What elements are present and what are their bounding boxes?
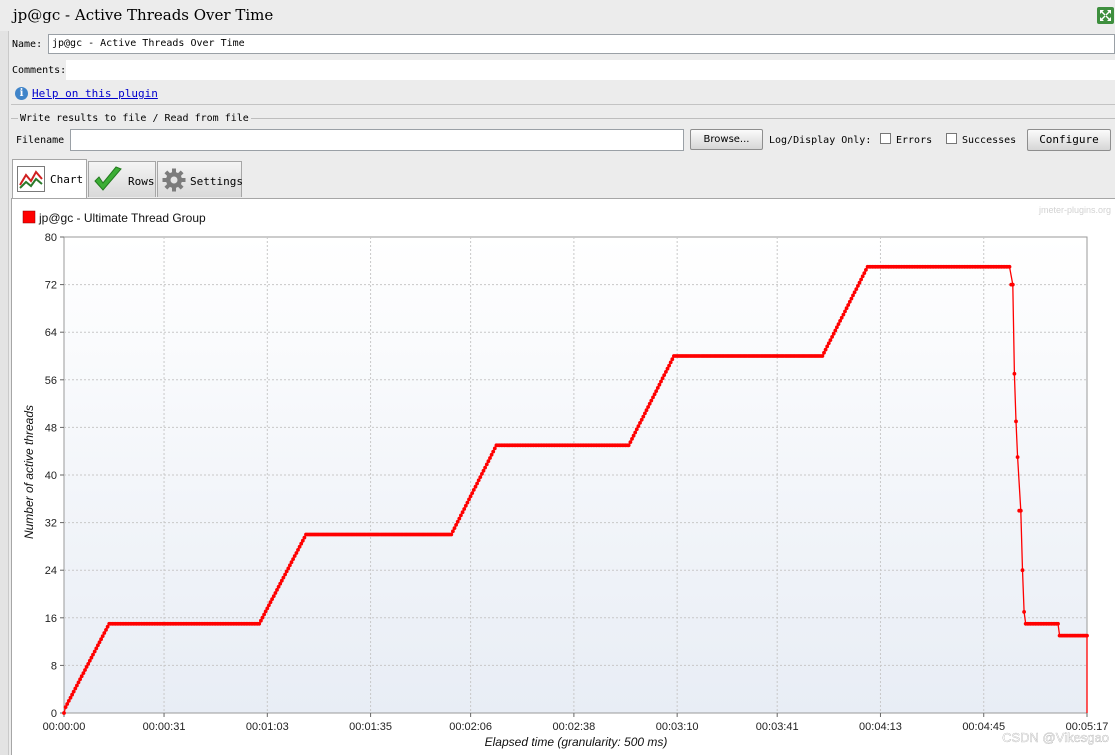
- y-tick-label: 48: [45, 422, 57, 434]
- y-tick-label: 56: [45, 375, 57, 387]
- legend-swatch: [22, 210, 36, 224]
- series-point: [839, 315, 844, 320]
- series-point: [1085, 633, 1089, 638]
- successes-label: Successes: [962, 135, 1017, 146]
- legend-label: jp@gc - Ultimate Thread Group: [38, 211, 206, 225]
- comments-field[interactable]: [66, 60, 1115, 80]
- tab-settings-label: Settings: [190, 175, 243, 188]
- series-point: [662, 373, 667, 377]
- x-axis-label: Elapsed time (granularity: 500 ms): [485, 735, 668, 749]
- series-sample-run: [1017, 508, 1023, 513]
- divider: [11, 104, 1115, 105]
- y-tick-label: 32: [45, 518, 57, 530]
- checkmark-icon: [92, 164, 124, 199]
- series-point: [1010, 282, 1015, 287]
- x-tick-label: 00:01:35: [349, 721, 392, 733]
- series-point: [1007, 264, 1012, 269]
- x-tick-label: 00:04:45: [962, 721, 1005, 733]
- series-point: [828, 338, 833, 342]
- left-gutter: [0, 31, 9, 755]
- series-point: [471, 488, 476, 492]
- y-tick-label: 80: [45, 232, 57, 244]
- x-tick-label: 00:00:31: [143, 721, 186, 733]
- csdn-watermark: CSDN @Vikesgao: [1002, 730, 1109, 745]
- series-sample-run: [1020, 568, 1025, 573]
- tab-settings[interactable]: Settings: [157, 161, 243, 197]
- y-tick-label: 8: [51, 660, 57, 672]
- series-sample-run: [867, 264, 1012, 269]
- series-sample-run: [496, 443, 631, 448]
- x-tick-label: 00:01:03: [246, 721, 289, 733]
- name-label: Name:: [12, 39, 43, 50]
- series-sample-run: [1014, 419, 1018, 424]
- maximize-icon[interactable]: [1097, 7, 1114, 24]
- x-tick-label: 00:02:06: [449, 721, 492, 733]
- tab-chart[interactable]: Chart: [12, 159, 87, 199]
- series-point: [1018, 508, 1023, 513]
- series-point: [1056, 621, 1060, 626]
- y-tick-label: 64: [45, 327, 57, 339]
- y-tick-label: 0: [51, 708, 57, 720]
- comments-label: Comments:: [12, 65, 67, 76]
- series-sample-run: [305, 532, 454, 537]
- plugin-watermark: jmeter-plugins.org: [1038, 205, 1111, 215]
- y-axis-label: Number of active threads: [22, 405, 36, 539]
- window-title: jp@gc - Active Threads Over Time: [13, 6, 274, 24]
- x-tick-label: 00:03:41: [756, 721, 799, 733]
- series-sample-run: [1025, 621, 1060, 626]
- chart-panel: 0 8 16 24 32 40 48 56 64 72 80 00:00:00 00:00:31 00:…: [11, 198, 1115, 755]
- series-sample-run: [1022, 610, 1026, 614]
- series-point: [626, 443, 631, 448]
- series-point: [62, 711, 66, 715]
- active-threads-chart: 0 8 16 24 32 40 48 56 64 72 80 00:00:00 00:00:31 00:…: [22, 205, 1111, 749]
- help-link[interactable]: Help on this plugin: [32, 87, 158, 100]
- series-point: [649, 398, 654, 403]
- tab-rows-label: Rows: [128, 175, 155, 188]
- series-point: [1022, 610, 1026, 614]
- series-sample-run: [1009, 282, 1015, 287]
- series-sample-run: [673, 354, 825, 358]
- series-point: [1020, 568, 1025, 573]
- chart-icon: [17, 166, 45, 195]
- y-tick-label: 16: [45, 613, 57, 625]
- tab-chart-label: Chart: [50, 173, 84, 186]
- series-sample-run: [1012, 371, 1017, 376]
- name-field[interactable]: jp@gc - Active Threads Over Time: [48, 34, 1115, 54]
- series-sample-run: [1059, 633, 1089, 638]
- series-point: [1014, 419, 1018, 424]
- x-tick-label: 00:02:38: [552, 721, 595, 733]
- errors-checkbox[interactable]: [880, 133, 891, 144]
- series-point: [459, 513, 463, 518]
- y-tick-label: 40: [45, 470, 57, 482]
- errors-label: Errors: [896, 135, 933, 146]
- x-tick-label: 00:00:00: [43, 721, 86, 733]
- series-point: [852, 290, 857, 295]
- browse-button[interactable]: Browse...: [690, 129, 763, 150]
- successes-checkbox[interactable]: [946, 133, 957, 144]
- configure-button[interactable]: Configure: [1027, 129, 1111, 151]
- y-tick-label: 72: [45, 280, 57, 292]
- filename-label: Filename: [16, 135, 65, 146]
- file-panel-legend: Write results to file / Read from file: [18, 113, 251, 124]
- tab-rows[interactable]: Rows: [88, 161, 156, 197]
- series-point: [1012, 371, 1017, 376]
- x-tick-label: 00:03:10: [656, 721, 699, 733]
- series-sample-run: [1015, 455, 1020, 459]
- gear-icon: [162, 168, 186, 195]
- series-point: [483, 465, 487, 470]
- log-display-label: Log/Display Only:: [769, 135, 872, 146]
- series-point: [1015, 455, 1020, 459]
- filename-field[interactable]: [70, 129, 684, 151]
- y-tick-label: 24: [45, 565, 57, 577]
- info-icon: i: [15, 87, 28, 100]
- series-sample-run: [108, 621, 262, 626]
- x-tick-label: 00:04:13: [859, 721, 902, 733]
